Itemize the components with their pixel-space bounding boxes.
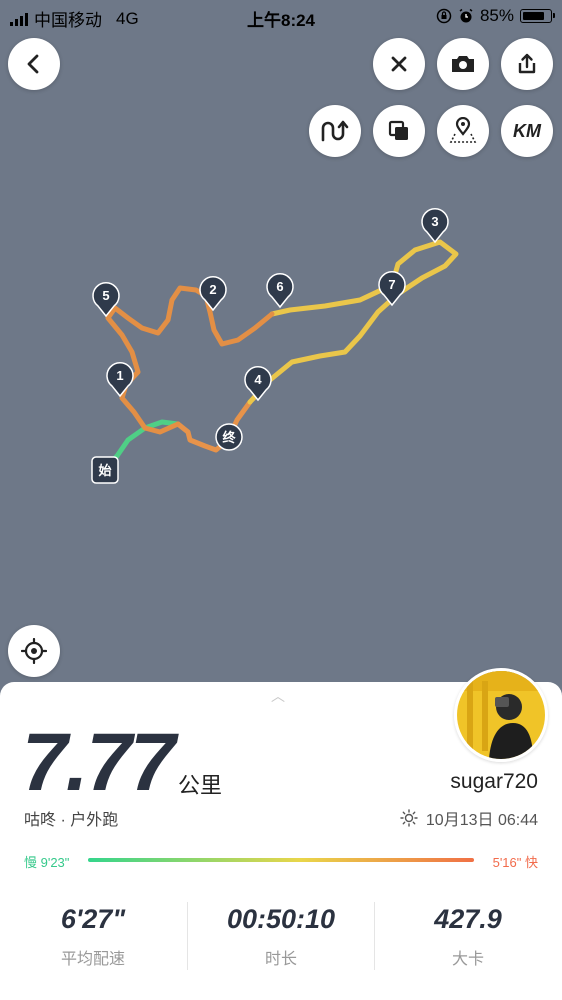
km-marker-7[interactable]: 7 (378, 271, 406, 307)
calories-label: 大卡 (451, 951, 484, 968)
share-button[interactable] (501, 38, 553, 90)
summary-panel: ︿ 7.77 公里 咕咚 · 户外跑 sugar720 10月13日 06:44… (0, 668, 562, 1000)
location-pin-button[interactable] (437, 105, 489, 157)
calories-value: 427.9 (434, 904, 502, 934)
km-toggle-button[interactable]: KM (501, 105, 553, 157)
km-label: KM (513, 120, 541, 141)
duration-label: 时长 (264, 951, 297, 968)
km-marker-1[interactable]: 1 (106, 362, 134, 398)
km-marker-6[interactable]: 6 (266, 273, 294, 309)
layers-icon (388, 120, 408, 140)
svg-text:3: 3 (431, 214, 438, 229)
battery-icon (520, 9, 555, 23)
pace-gradient-bar (88, 858, 474, 862)
distance-value: 7.77 (22, 717, 176, 808)
crosshair-icon (21, 638, 47, 664)
close-button[interactable] (373, 38, 425, 90)
svg-text:1: 1 (116, 368, 123, 383)
route-button[interactable] (309, 105, 361, 157)
pace-fast-label: 5'16" 快 (492, 855, 538, 870)
svg-text:5: 5 (102, 288, 109, 303)
activity-datetime: 10月13日 06:44 (400, 806, 538, 830)
back-button[interactable] (8, 38, 60, 90)
duration-value: 00:50:10 (226, 904, 336, 934)
sun-icon (400, 809, 418, 827)
avg-pace-stat: 6'27" 平均配速 (0, 904, 186, 969)
svg-text:始: 始 (98, 463, 111, 479)
battery-percent: 85% (479, 6, 514, 25)
camera-button[interactable] (437, 38, 489, 90)
chevron-left-icon (27, 54, 39, 74)
km-marker-3[interactable]: 3 (421, 208, 449, 244)
km-marker-2[interactable]: 2 (199, 276, 227, 312)
pace-slow-label: 慢 9'23" (24, 855, 70, 870)
map-pin-icon (449, 117, 477, 143)
alarm-icon (459, 8, 473, 23)
datetime-text: 10月13日 06:44 (425, 812, 538, 829)
layers-button[interactable] (373, 105, 425, 157)
avg-pace-value: 6'27" (60, 904, 126, 934)
share-icon (518, 53, 536, 74)
svg-text:6: 6 (276, 279, 283, 294)
route-icon (321, 120, 349, 142)
sport-type: 咕咚 · 户外跑 (24, 812, 119, 829)
distance-unit: 公里 (178, 773, 223, 798)
rotation-lock-icon (436, 8, 452, 24)
svg-text:终: 终 (222, 430, 236, 446)
route-segment-2 (247, 239, 459, 405)
svg-text:4: 4 (254, 372, 262, 387)
camera-icon (452, 56, 474, 72)
avatar[interactable] (454, 668, 548, 762)
avg-pace-label: 平均配速 (60, 951, 125, 968)
close-icon (391, 56, 407, 72)
locate-button[interactable] (8, 625, 60, 677)
route-map[interactable]: 1 2 3 4 5 6 7 终 始 (0, 0, 562, 690)
calories-stat: 427.9 大卡 (375, 904, 561, 969)
km-marker-4[interactable]: 4 (244, 366, 272, 402)
end-marker[interactable]: 终 (215, 423, 243, 451)
svg-text:2: 2 (209, 282, 216, 297)
svg-text:7: 7 (388, 277, 395, 292)
start-marker[interactable]: 始 (91, 456, 119, 484)
expand-handle-icon[interactable]: ︿ (271, 686, 285, 706)
duration-stat: 00:50:10 时长 (188, 904, 374, 969)
pace-legend: 慢 9'23" 5'16" 快 (24, 852, 538, 870)
status-bar: 中国移动 4G 上午8:24 85% (0, 0, 562, 32)
username[interactable]: sugar720 (450, 770, 538, 794)
